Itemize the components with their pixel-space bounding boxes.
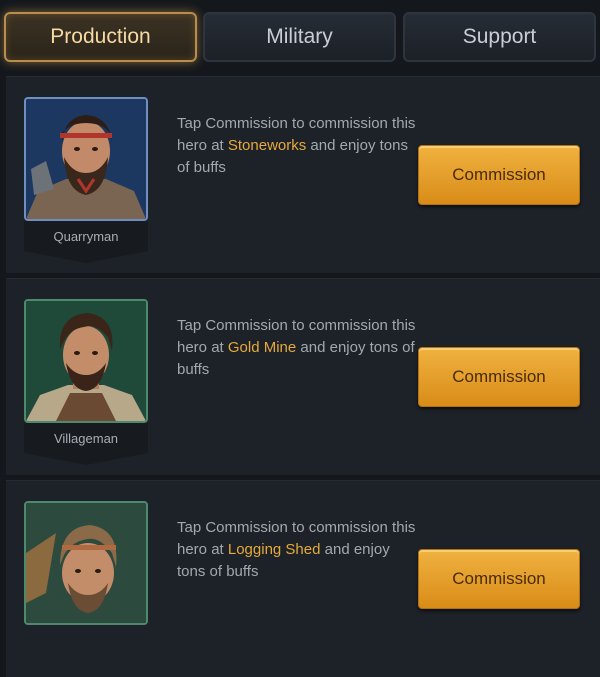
hero-name: Quarryman	[24, 221, 148, 251]
hero-portrait-image	[26, 503, 146, 623]
category-tabs: Production Military Support	[0, 0, 600, 76]
hero-portrait[interactable]	[24, 501, 148, 625]
commission-button[interactable]: Commission	[418, 145, 580, 205]
tab-military[interactable]: Military	[203, 12, 396, 62]
hero-portrait[interactable]	[24, 97, 148, 221]
building-name: Gold Mine	[227, 339, 297, 356]
hero-portrait-image	[26, 301, 146, 421]
hero-description: Tap Commission to commission this hero a…	[177, 317, 416, 378]
hero-card: Tap Commission to commission this hero a…	[6, 480, 600, 677]
hero-name: Villageman	[24, 423, 148, 453]
commission-button[interactable]: Commission	[418, 347, 580, 407]
hero-description: Tap Commission to commission this hero a…	[177, 115, 416, 176]
hero-description: Tap Commission to commission this hero a…	[177, 519, 416, 580]
hero-card: Quarryman Tap Commission to commission t…	[6, 76, 600, 273]
hero-card: Villageman Tap Commission to commission …	[6, 278, 600, 475]
building-name: Stoneworks	[227, 137, 307, 154]
hero-portrait[interactable]	[24, 299, 148, 423]
commission-button[interactable]: Commission	[418, 549, 580, 609]
tab-support[interactable]: Support	[403, 12, 596, 62]
building-name: Logging Shed	[227, 541, 321, 558]
hero-portrait-image	[26, 99, 146, 219]
tab-production[interactable]: Production	[4, 12, 197, 62]
